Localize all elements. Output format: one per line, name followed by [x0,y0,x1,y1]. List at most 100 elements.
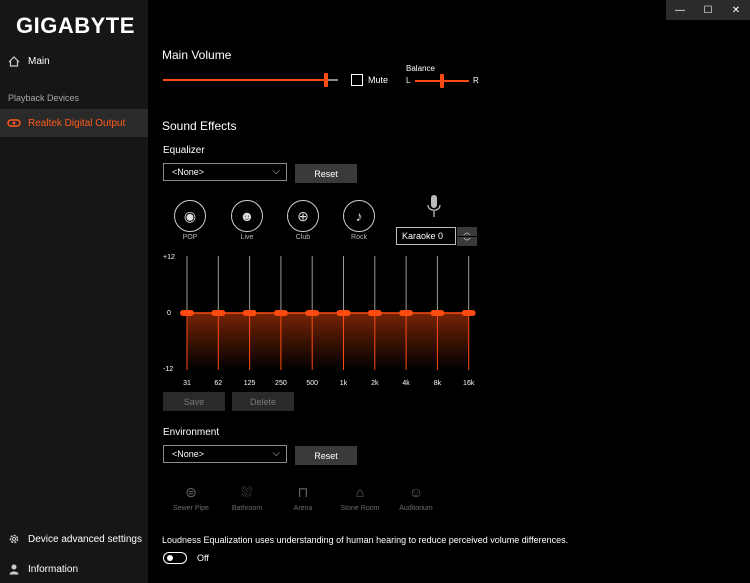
eq-band-label: 8k [434,380,442,387]
preset-rock[interactable]: ♪ Rock [339,200,379,241]
singer-icon: ☻ [231,200,263,232]
close-button[interactable]: ✕ [722,0,750,20]
eq-band-thumb-62[interactable] [211,310,226,316]
env-bathroom[interactable]: ⛆ Bathroom [219,481,275,513]
env-stone-room[interactable]: ⌂ Stone Room [332,481,388,512]
main-volume-thumb[interactable] [324,73,328,87]
equalizer-bands[interactable]: 31 62 125 250 500 1k 2k 4k 8k 16k [178,252,478,388]
equalizer-select-value: <None> [172,167,205,177]
sidebar: GIGABYTE Main Playback Devices Realtek D… [0,0,148,583]
eq-band-label: 1k [340,380,348,387]
home-icon [0,55,28,67]
preset-club[interactable]: ⊕ Club [283,200,323,241]
playback-devices-heading: Playback Devices [8,93,80,103]
eq-band-label: 62 [214,380,222,387]
loudness-description: Loudness Equalization uses understanding… [162,535,569,545]
mute-checkbox[interactable] [351,74,363,86]
minimize-button[interactable]: — [666,0,694,20]
sewer-pipe-icon: ⊜ [185,483,197,500]
brand-logo: GIGABYTE [16,13,135,38]
sidebar-item-label: Realtek Digital Output [28,117,126,129]
sound-effects-title: Sound Effects [162,119,237,133]
chevron-down-icon: ﹀ [463,238,471,246]
preset-label: Club [295,234,311,241]
sidebar-item-realtek-digital-output[interactable]: Realtek Digital Output [0,109,148,137]
eq-band-label: 2k [371,380,379,387]
main-volume-fill [163,79,326,81]
karaoke-stepper-value[interactable]: Karaoke 0 [396,227,456,245]
chevron-down-icon: ⌵ [272,166,280,177]
preset-pop[interactable]: ◉ POP [170,200,210,241]
balance-label: Balance [406,64,435,73]
preset-label: Live [240,234,254,241]
eq-band-thumb-16k[interactable] [461,310,476,316]
eq-band-thumb-2k[interactable] [367,310,382,316]
speaker-device-icon [0,119,28,127]
eq-band-thumb-8k[interactable] [430,310,445,316]
shower-icon: ⛆ [241,483,253,500]
balance-thumb[interactable] [440,74,444,88]
mute-label: Mute [368,75,389,85]
env-arena[interactable]: ⊓ Arena [275,481,331,513]
preset-live[interactable]: ☻ Live [227,200,267,241]
window-controls: — ☐ ✕ [666,0,750,20]
eq-band-label: 125 [244,380,256,387]
eq-band-thumb-250[interactable] [273,310,288,316]
eq-delete-button[interactable]: Delete [232,392,294,411]
theater-masks-icon: ☺ [408,484,424,500]
env-label: Bathroom [231,505,263,512]
main-volume-title: Main Volume [162,48,232,62]
maximize-button[interactable]: ☐ [694,0,722,20]
eq-band-thumb-31[interactable] [180,310,194,316]
karaoke-down-button[interactable]: ﹀ [457,237,477,246]
eq-zero-label: 0 [167,310,171,317]
env-sewer-pipe[interactable]: ⊜ Sewer Pipe [163,481,219,513]
env-label: Stone Room [340,505,380,512]
sidebar-item-label: Device advanced settings [28,533,142,545]
loudness-state-label: Off [197,553,209,563]
eq-max-label: +12 [163,254,175,261]
eq-min-label: -12 [163,366,174,373]
eq-band-label: 16k [463,380,475,387]
balance-right-label: R [473,76,479,85]
eq-fill-area [187,313,469,370]
disco-ball-icon: ⊕ [287,200,319,232]
eq-band-label: 4k [402,380,410,387]
eq-band-label: 250 [275,380,287,387]
env-label: Arena [293,505,313,512]
sidebar-item-main[interactable]: Main [0,47,148,75]
gear-icon [0,533,28,545]
arena-icon: ⊓ [297,483,309,500]
eq-band-thumb-1k[interactable] [336,310,351,316]
balance-left-label: L [406,76,411,85]
microphone-icon [426,194,442,225]
equalizer-reset-button[interactable]: Reset [295,164,357,183]
environment-select[interactable]: <None> ⌵ [163,445,287,463]
chevron-up-icon: ︿ [463,228,471,236]
chevron-down-icon: ⌵ [272,448,280,459]
environment-reset-button[interactable]: Reset [295,446,357,465]
preset-label: Rock [351,234,367,241]
preset-label: POP [182,234,198,241]
env-label: Auditorium [399,505,433,512]
eq-band-thumb-500[interactable] [305,310,320,316]
sidebar-item-label: Main [28,55,50,67]
user-icon [0,563,28,575]
env-auditorium[interactable]: ☺ Auditorium [388,481,444,512]
eq-band-label: 31 [183,380,191,387]
karaoke-up-button[interactable]: ︿ [457,227,477,236]
loudness-toggle[interactable] [163,552,187,564]
vinyl-record-icon: ◉ [174,200,206,232]
toggle-knob [167,555,173,561]
sidebar-item-label: Information [28,563,79,575]
environment-select-value: <None> [172,449,205,459]
equalizer-select[interactable]: <None> ⌵ [163,163,287,181]
sidebar-item-information[interactable]: Information [0,555,148,583]
eq-save-button[interactable]: Save [163,392,225,411]
sidebar-item-device-advanced-settings[interactable]: Device advanced settings [0,525,148,553]
environment-label: Environment [163,427,220,438]
stone-room-icon: ⌂ [355,484,365,500]
eq-band-thumb-125[interactable] [242,310,257,316]
guitar-icon: ♪ [343,200,375,232]
eq-band-thumb-4k[interactable] [399,310,414,316]
